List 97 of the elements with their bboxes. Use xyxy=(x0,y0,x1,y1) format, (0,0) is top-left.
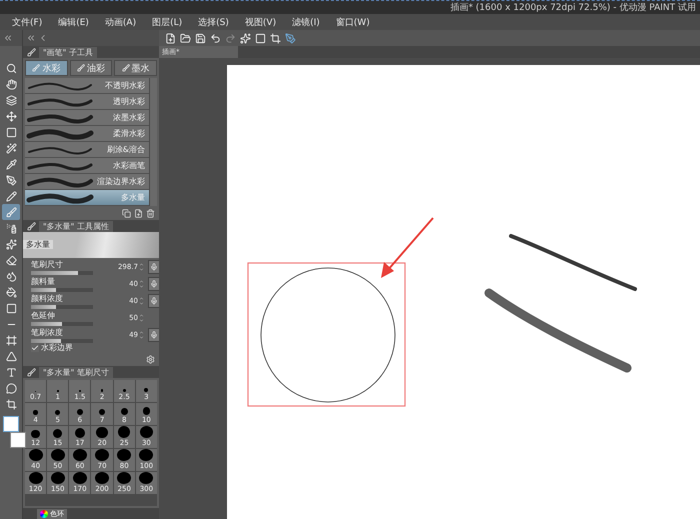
brush-stroke-preview xyxy=(25,128,95,140)
spinner-arrows-icon[interactable] xyxy=(139,330,145,340)
crop-icon xyxy=(6,398,16,410)
layers-icon xyxy=(6,94,16,106)
brush-list-item[interactable]: 浓墨水彩 xyxy=(25,110,149,126)
group-tab[interactable]: 油彩 xyxy=(70,60,112,76)
panel-title: "多水量" 笔刷尺寸 xyxy=(39,366,113,378)
menu-item[interactable]: 动画(A) xyxy=(96,16,144,28)
paint-bucket-icon xyxy=(6,286,16,298)
brush-icon xyxy=(122,64,130,72)
menu-item[interactable]: 文件(F) xyxy=(4,16,50,28)
wand-icon xyxy=(6,142,16,154)
brush-icon xyxy=(32,64,40,72)
slider-track[interactable] xyxy=(31,338,93,342)
panel-title: "多水量" 工具属性 xyxy=(39,220,113,232)
sparkle-icon[interactable] xyxy=(240,32,251,44)
eyedropper-icon xyxy=(6,158,16,170)
pencil-icon xyxy=(6,190,16,202)
pressure-button[interactable] xyxy=(148,328,160,342)
pen-icon xyxy=(6,174,16,186)
move-icon xyxy=(6,110,16,122)
slider-track[interactable] xyxy=(31,322,93,326)
brush-stroke-preview xyxy=(25,112,95,124)
panel-title: "画笔" 子工具 xyxy=(39,46,97,58)
microphone-icon xyxy=(150,330,158,338)
menu-item[interactable]: 编辑(E) xyxy=(50,16,97,28)
collapse-icon[interactable] xyxy=(26,33,36,43)
slider-track[interactable] xyxy=(31,270,93,274)
brush-list-item[interactable]: 水彩画笔 xyxy=(25,158,149,174)
brush-icon xyxy=(6,206,16,218)
foreground-color-swatch[interactable] xyxy=(3,416,19,432)
brush-list-item[interactable]: 多水量 xyxy=(25,190,149,206)
eraser-icon xyxy=(6,254,16,266)
brush-stroke-preview xyxy=(25,192,95,204)
new-file-icon[interactable] xyxy=(165,32,176,44)
scrollbar[interactable] xyxy=(149,78,157,206)
pressure-button[interactable] xyxy=(148,294,160,308)
sparkle-icon xyxy=(6,238,16,250)
property-label: 颜料浓度 xyxy=(31,292,64,304)
menu-item[interactable]: 滤镜(I) xyxy=(284,16,328,28)
spinner-arrows-icon[interactable] xyxy=(139,262,145,272)
triangle-icon xyxy=(6,350,16,362)
tool-button[interactable] xyxy=(2,204,20,220)
collapse-icon[interactable] xyxy=(3,33,13,43)
microphone-icon xyxy=(150,262,158,270)
copy-icon[interactable] xyxy=(122,208,131,218)
settings-icon[interactable] xyxy=(146,354,155,364)
hand-icon xyxy=(6,78,16,90)
brush-list-item[interactable]: 渲染边界水彩 xyxy=(25,174,149,190)
spinner-arrows-icon[interactable] xyxy=(139,312,145,322)
brush-list-item[interactable]: 透明水彩 xyxy=(25,94,149,110)
checkbox-label: 水彩边界 xyxy=(41,343,73,352)
folder-icon[interactable] xyxy=(180,32,191,44)
arrow xyxy=(381,217,434,278)
checkbox[interactable] xyxy=(31,344,39,352)
speech-balloon-icon xyxy=(6,382,16,394)
menu-item[interactable]: 图层(L) xyxy=(144,16,190,28)
trash-icon[interactable] xyxy=(146,208,155,218)
brush-icon xyxy=(27,368,36,376)
microphone-icon xyxy=(150,280,158,288)
pen-icon[interactable] xyxy=(285,32,296,44)
spinner-arrows-icon[interactable] xyxy=(139,296,145,306)
menu-item[interactable]: 选择(S) xyxy=(190,16,237,28)
drops-icon xyxy=(6,270,16,282)
property-label: 笔刷尺寸 xyxy=(31,258,64,270)
text-icon xyxy=(6,366,16,378)
brush-icon xyxy=(27,222,36,230)
property-label: 笔刷浓度 xyxy=(31,326,64,338)
square-icon[interactable] xyxy=(255,32,266,44)
preview-label: 多水量 xyxy=(23,240,53,249)
crop-icon[interactable] xyxy=(270,32,281,44)
property-label: 色延伸 xyxy=(31,310,56,320)
brush-list-item[interactable]: 柔滑水彩 xyxy=(25,126,149,142)
menu-item[interactable]: 视图(V) xyxy=(236,16,284,28)
slider-track[interactable] xyxy=(31,288,93,292)
menu-item[interactable]: 窗口(W) xyxy=(328,16,378,28)
save-icon[interactable] xyxy=(195,32,206,44)
square-icon xyxy=(6,126,16,138)
slider-track[interactable] xyxy=(31,304,93,308)
brush-stroke-preview xyxy=(25,96,95,108)
brush-icon xyxy=(27,48,36,56)
window-title: 插画* (1600 x 1200px 72dpi 72.5%) - 优动漫 PAINT 试用 xyxy=(450,2,696,14)
new-file-icon[interactable] xyxy=(134,208,143,218)
zoom-icon xyxy=(6,62,16,74)
microphone-icon xyxy=(150,296,158,304)
property-label: 颜料量 xyxy=(31,276,56,286)
brush-stroke-preview xyxy=(25,176,95,188)
brush-list-item[interactable]: 刷涂&溶合 xyxy=(25,142,149,158)
brush-icon xyxy=(77,64,85,72)
undo-icon[interactable] xyxy=(210,32,221,44)
pressure-button[interactable] xyxy=(148,276,160,290)
group-tab[interactable]: 水彩 xyxy=(25,60,68,76)
group-tab[interactable]: 墨水 xyxy=(114,60,158,76)
background-color-swatch[interactable] xyxy=(10,432,26,448)
spinner-arrows-icon[interactable] xyxy=(139,278,145,288)
brush-list-item[interactable]: 不透明水彩 xyxy=(25,78,149,94)
pressure-button[interactable] xyxy=(148,260,160,274)
